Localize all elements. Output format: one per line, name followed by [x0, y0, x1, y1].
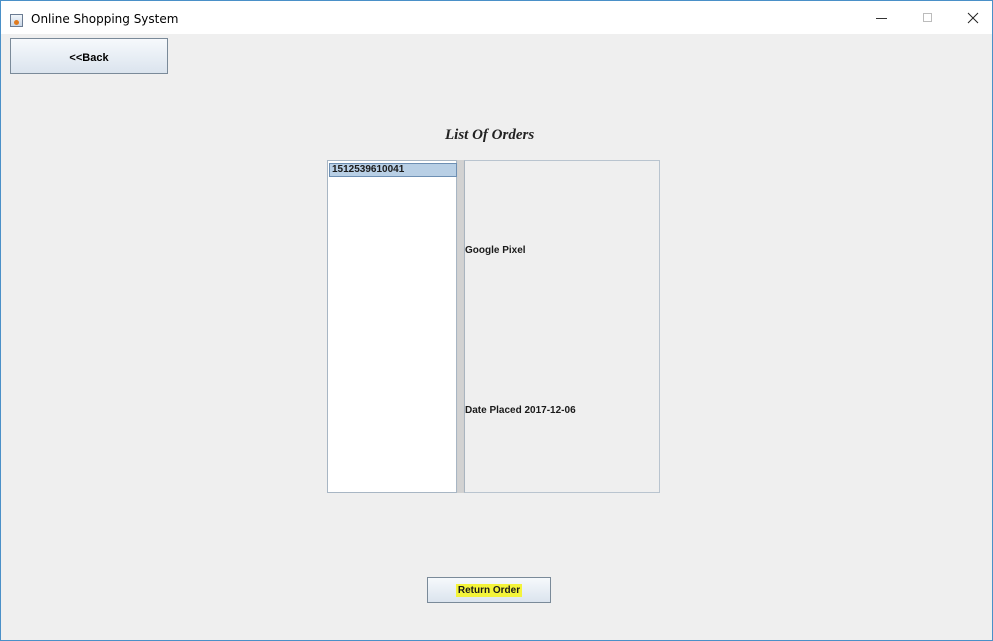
- orders-list[interactable]: 1512539610041: [327, 160, 457, 493]
- return-order-button[interactable]: Return Order: [427, 577, 551, 603]
- minimize-icon: [875, 18, 887, 19]
- order-list-item[interactable]: 1512539610041: [329, 163, 457, 177]
- close-button[interactable]: [950, 1, 993, 34]
- back-button[interactable]: <<Back: [10, 38, 168, 74]
- product-name: Google Pixel: [465, 245, 526, 256]
- maximize-button[interactable]: [904, 1, 950, 34]
- window-title: Online Shopping System: [31, 12, 179, 26]
- maximize-icon: [922, 13, 932, 22]
- minimize-button[interactable]: [858, 1, 904, 34]
- content-pane: <<Back List Of Orders 1512539610041 Goog…: [1, 35, 992, 640]
- order-detail-panel: Google Pixel Date Placed 2017-12-06: [464, 160, 660, 493]
- date-placed: Date Placed 2017-12-06: [465, 405, 576, 416]
- orders-heading: List Of Orders: [445, 127, 535, 143]
- split-pane-divider[interactable]: [457, 160, 464, 493]
- return-order-label: Return Order: [455, 583, 523, 597]
- title-bar[interactable]: Online Shopping System: [1, 1, 992, 34]
- close-icon: [967, 12, 979, 24]
- java-app-icon: [10, 14, 23, 27]
- app-window: Online Shopping System <<Back List Of Or…: [0, 0, 993, 641]
